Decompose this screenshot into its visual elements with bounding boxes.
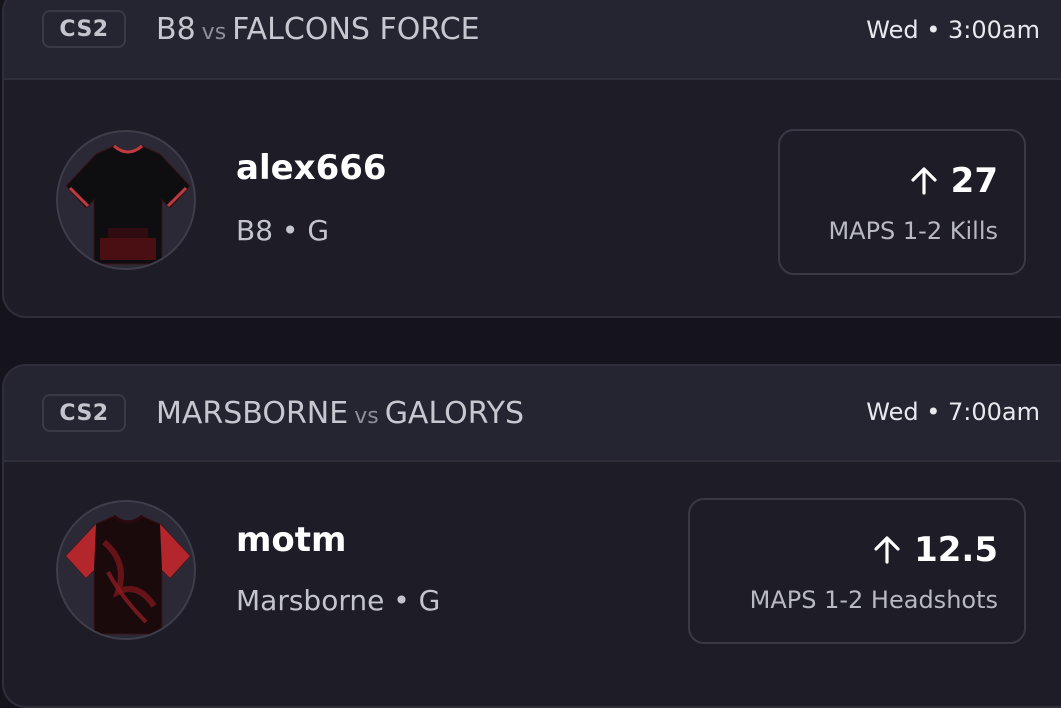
player-name[interactable]: alex666 xyxy=(236,148,387,188)
team-b-name: FALCONS FORCE xyxy=(232,12,480,47)
team-b-name: GALORYS xyxy=(384,396,525,431)
team-a-name: MARSBORNE xyxy=(156,396,349,431)
arrow-up-icon xyxy=(872,535,902,565)
stat-row: 12.5 xyxy=(872,530,998,570)
vs-label: vs xyxy=(201,20,227,45)
player-name[interactable]: motm xyxy=(236,520,346,560)
stat-value: 12.5 xyxy=(914,530,998,570)
player-team-position: Marsborne • G xyxy=(236,584,441,617)
stat-row: 27 xyxy=(909,161,998,201)
stat-label: MAPS 1-2 Headshots xyxy=(749,586,998,614)
matchup-title: MARSBORNE vs GALORYS xyxy=(156,396,524,431)
matchup-title: B8 vs FALCONS FORCE xyxy=(156,12,480,47)
jersey-black-icon xyxy=(65,144,191,265)
team-a-name: B8 xyxy=(156,12,196,47)
match-header: CS2 MARSBORNE vs GALORYS Wed • 7:00am xyxy=(4,366,1061,462)
game-badge: CS2 xyxy=(42,394,126,432)
stat-projection-box[interactable]: 27 MAPS 1-2 Kills xyxy=(778,129,1026,275)
match-header: CS2 B8 vs FALCONS FORCE Wed • 3:00am xyxy=(4,0,1061,80)
stat-label: MAPS 1-2 Kills xyxy=(828,217,998,245)
player-avatar xyxy=(56,130,196,270)
match-time: Wed • 7:00am xyxy=(866,398,1040,426)
vs-label: vs xyxy=(354,404,379,429)
match-card[interactable]: CS2 MARSBORNE vs GALORYS Wed • 7:00am motm… xyxy=(2,364,1061,708)
game-badge: CS2 xyxy=(42,10,126,48)
player-team-position: B8 • G xyxy=(236,214,330,247)
stat-projection-box[interactable]: 12.5 MAPS 1-2 Headshots xyxy=(688,498,1026,644)
stat-value: 27 xyxy=(950,161,998,201)
match-time: Wed • 3:00am xyxy=(866,16,1040,44)
player-avatar xyxy=(56,500,196,640)
arrow-up-icon xyxy=(909,166,939,196)
match-card[interactable]: CS2 B8 vs FALCONS FORCE Wed • 3:00am alex6… xyxy=(2,0,1061,318)
jersey-red-icon xyxy=(65,514,191,635)
